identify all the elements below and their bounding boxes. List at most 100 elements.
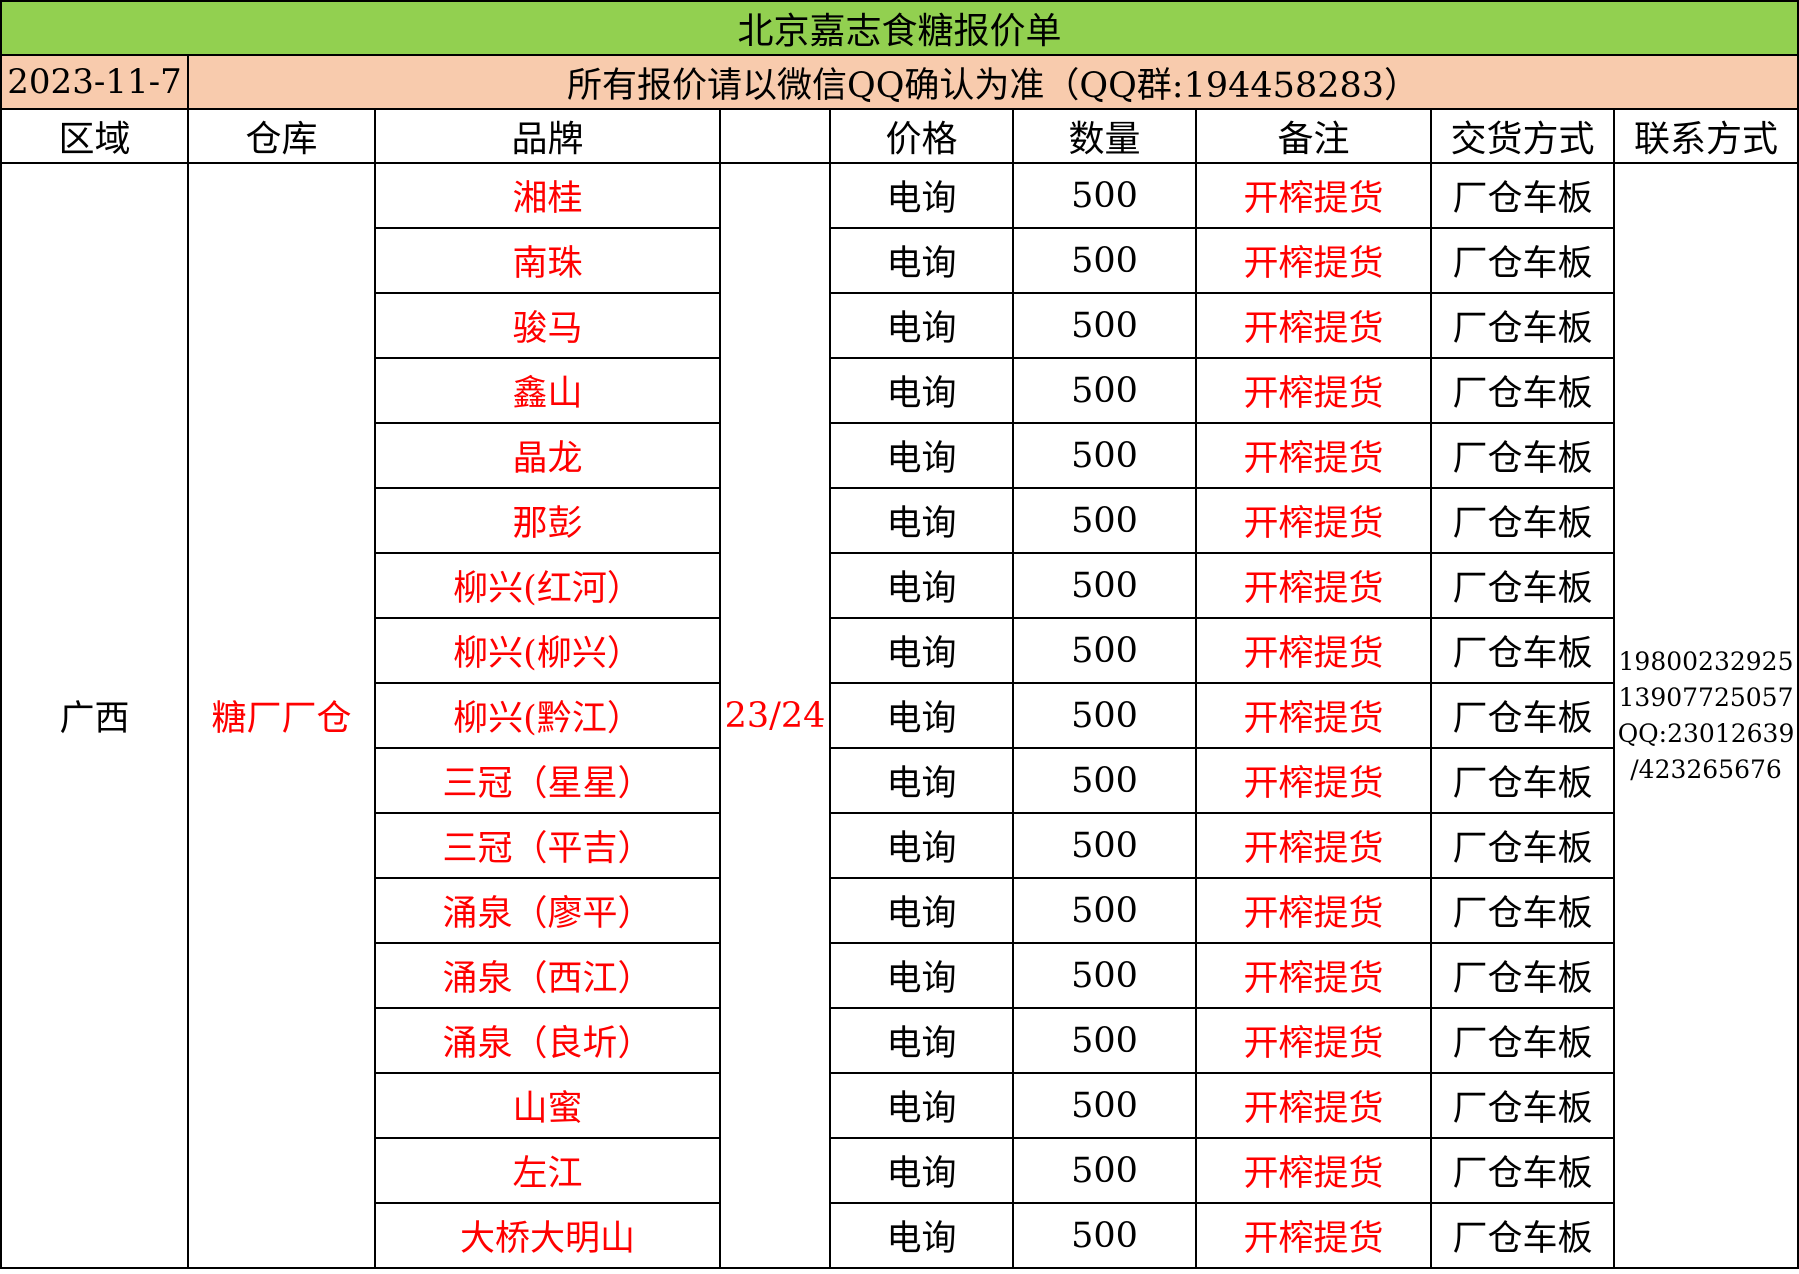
quantity-cell: 500 — [1012, 942, 1197, 1009]
delivery-cell: 厂仓车板 — [1430, 682, 1615, 749]
brand-cell: 柳兴(柳兴） — [374, 617, 721, 684]
header-brand: 品牌 — [374, 108, 721, 164]
brand-cell: 三冠（平吉） — [374, 812, 721, 879]
price-cell: 电询 — [829, 292, 1014, 359]
header-warehouse: 仓库 — [187, 108, 376, 164]
remark-cell: 开榨提货 — [1195, 1007, 1432, 1074]
header-season — [719, 108, 831, 164]
header-contact: 联系方式 — [1612, 108, 1799, 164]
header-region: 区域 — [0, 108, 189, 164]
delivery-cell: 厂仓车板 — [1430, 617, 1615, 684]
contact-line: QQ:23012639 — [1617, 718, 1795, 748]
remark-cell: 开榨提货 — [1195, 292, 1432, 359]
season-cell: 23/24 — [719, 162, 831, 1269]
quantity-cell: 500 — [1012, 292, 1197, 359]
delivery-cell: 厂仓车板 — [1430, 747, 1615, 814]
quantity-cell: 500 — [1012, 877, 1197, 944]
brand-cell: 左江 — [374, 1137, 721, 1204]
header-quantity: 数量 — [1012, 108, 1197, 164]
delivery-cell: 厂仓车板 — [1430, 812, 1615, 879]
notice-text: 所有报价请以微信QQ确认为准（QQ群:194458283） — [186, 54, 1799, 110]
remark-cell: 开榨提货 — [1195, 942, 1432, 1009]
quantity-cell: 500 — [1012, 617, 1197, 684]
quantity-cell: 500 — [1012, 1007, 1197, 1074]
delivery-cell: 厂仓车板 — [1430, 1137, 1615, 1204]
delivery-cell: 厂仓车板 — [1430, 942, 1615, 1009]
remark-cell: 开榨提货 — [1195, 812, 1432, 879]
price-cell: 电询 — [829, 227, 1014, 294]
price-cell: 电询 — [829, 357, 1014, 424]
quantity-cell: 500 — [1012, 552, 1197, 619]
quote-sheet: 北京嘉志食糖报价单 2023-11-7 所有报价请以微信QQ确认为准（QQ群:1… — [0, 0, 1799, 1269]
brand-cell: 涌泉（西江） — [374, 942, 721, 1009]
price-cell: 电询 — [829, 1072, 1014, 1139]
brand-cell: 南珠 — [374, 227, 721, 294]
delivery-cell: 厂仓车板 — [1430, 422, 1615, 489]
brand-cell: 晶龙 — [374, 422, 721, 489]
delivery-cell: 厂仓车板 — [1430, 877, 1615, 944]
sheet-title: 北京嘉志食糖报价单 — [0, 0, 1799, 56]
remark-cell: 开榨提货 — [1195, 617, 1432, 684]
price-cell: 电询 — [829, 162, 1014, 229]
brand-cell: 三冠（星星） — [374, 747, 721, 814]
remark-cell: 开榨提货 — [1195, 162, 1432, 229]
remark-cell: 开榨提货 — [1195, 487, 1432, 554]
price-cell: 电询 — [829, 487, 1014, 554]
remark-cell: 开榨提货 — [1195, 1137, 1432, 1204]
contact-line: 19800232925 — [1618, 646, 1794, 676]
brand-cell: 柳兴(黔江） — [374, 682, 721, 749]
quantity-cell: 500 — [1012, 162, 1197, 229]
price-cell: 电询 — [829, 1007, 1014, 1074]
warehouse-cell: 糖厂厂仓 — [187, 162, 376, 1269]
price-cell: 电询 — [829, 552, 1014, 619]
notice-row: 2023-11-7 所有报价请以微信QQ确认为准（QQ群:194458283） — [0, 54, 1799, 110]
price-cell: 电询 — [829, 942, 1014, 1009]
quote-date: 2023-11-7 — [0, 54, 189, 110]
delivery-cell: 厂仓车板 — [1430, 487, 1615, 554]
quantity-cell: 500 — [1012, 422, 1197, 489]
region-cell: 广西 — [0, 162, 189, 1269]
quantity-cell: 500 — [1012, 1137, 1197, 1204]
contact-cell: 19800232925 13907725057 QQ:23012639/423265… — [1612, 162, 1799, 1269]
contact-line: /423265676 — [1630, 754, 1782, 784]
price-cell: 电询 — [829, 812, 1014, 879]
delivery-cell: 厂仓车板 — [1430, 227, 1615, 294]
delivery-cell: 厂仓车板 — [1430, 292, 1615, 359]
table-row: 广西 糖厂厂仓 湘桂 23/24 电询 500 开榨提货 厂仓车板 19800232925 139… — [0, 162, 1799, 1269]
delivery-cell: 厂仓车板 — [1430, 1007, 1615, 1074]
header-remark: 备注 — [1195, 108, 1432, 164]
price-cell: 电询 — [829, 877, 1014, 944]
quantity-cell: 500 — [1012, 357, 1197, 424]
brand-cell: 鑫山 — [374, 357, 721, 424]
quantity-cell: 500 — [1012, 812, 1197, 879]
quantity-cell: 500 — [1012, 747, 1197, 814]
header-price: 价格 — [829, 108, 1014, 164]
title-row: 北京嘉志食糖报价单 — [0, 0, 1799, 56]
price-cell: 电询 — [829, 422, 1014, 489]
brand-cell: 山蜜 — [374, 1072, 721, 1139]
remark-cell: 开榨提货 — [1195, 1072, 1432, 1139]
brand-cell: 涌泉（廖平） — [374, 877, 721, 944]
price-cell: 电询 — [829, 747, 1014, 814]
header-delivery: 交货方式 — [1430, 108, 1615, 164]
remark-cell: 开榨提货 — [1195, 682, 1432, 749]
delivery-cell: 厂仓车板 — [1430, 1072, 1615, 1139]
remark-cell: 开榨提货 — [1195, 227, 1432, 294]
brand-cell: 骏马 — [374, 292, 721, 359]
delivery-cell: 厂仓车板 — [1430, 552, 1615, 619]
delivery-cell: 厂仓车板 — [1430, 162, 1615, 229]
remark-cell: 开榨提货 — [1195, 747, 1432, 814]
brand-cell: 那彭 — [374, 487, 721, 554]
brand-cell: 湘桂 — [374, 162, 721, 229]
quantity-cell: 500 — [1012, 682, 1197, 749]
quantity-cell: 500 — [1012, 1072, 1197, 1139]
brand-cell: 大桥大明山 — [374, 1202, 721, 1269]
quantity-cell: 500 — [1012, 227, 1197, 294]
quantity-cell: 500 — [1012, 1202, 1197, 1269]
remark-cell: 开榨提货 — [1195, 422, 1432, 489]
delivery-cell: 厂仓车板 — [1430, 357, 1615, 424]
quantity-cell: 500 — [1012, 487, 1197, 554]
delivery-cell: 厂仓车板 — [1430, 1202, 1615, 1269]
brand-cell: 涌泉（良圻） — [374, 1007, 721, 1074]
remark-cell: 开榨提货 — [1195, 877, 1432, 944]
